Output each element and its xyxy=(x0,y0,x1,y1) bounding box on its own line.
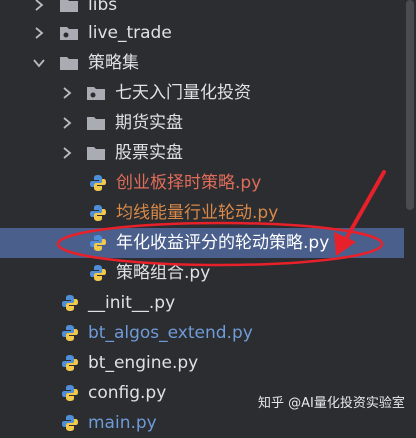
tree-item-label: 策略集 xyxy=(88,53,139,73)
tree-item-label: live_trade xyxy=(88,23,172,43)
tree-item-stocks-live[interactable]: 股票实盘 xyxy=(0,138,404,168)
python-file-icon xyxy=(60,293,80,313)
package-folder-icon xyxy=(86,83,106,103)
python-file-icon xyxy=(60,323,80,343)
tree-item-futures-live[interactable]: 期货实盘 xyxy=(0,108,404,138)
tree-item-label: 七天入门量化投资 xyxy=(115,83,251,103)
folder-icon xyxy=(59,53,79,73)
tree-item-label: 股票实盘 xyxy=(115,143,183,163)
python-file-icon xyxy=(88,203,108,223)
tree-item-label: 期货实盘 xyxy=(115,113,183,133)
folder-icon xyxy=(59,0,79,15)
python-file-icon xyxy=(88,263,108,283)
tree-item-live-trade[interactable]: live_trade xyxy=(0,18,404,48)
python-file-icon xyxy=(88,173,108,193)
vertical-scrollbar[interactable] xyxy=(404,0,416,423)
chevron-right-icon[interactable] xyxy=(60,146,74,160)
chevron-right-icon[interactable] xyxy=(32,26,46,40)
tree-item-file[interactable]: 策略组合.py xyxy=(0,258,404,288)
tree-item-label: 创业板择时策略.py xyxy=(116,173,262,193)
tree-item-file[interactable]: bt_algos_extend.py xyxy=(0,318,404,348)
chevron-right-icon[interactable] xyxy=(32,0,46,12)
tree-item-label: 策略组合.py xyxy=(116,263,211,283)
tree-item-seven-days[interactable]: 七天入门量化投资 xyxy=(0,78,404,108)
package-folder-icon xyxy=(59,23,79,43)
python-file-icon xyxy=(88,233,108,253)
tree-item-label: bt_engine.py xyxy=(88,353,199,373)
scrollbar-thumb[interactable] xyxy=(406,0,414,210)
tree-item-file[interactable]: 创业板择时策略.py xyxy=(0,168,404,198)
watermark: 知乎 @AI量化投资实验室 xyxy=(258,396,405,411)
tree-item-label: config.py xyxy=(88,383,167,403)
chevron-right-icon[interactable] xyxy=(60,86,74,100)
tree-item-file[interactable]: main.py xyxy=(0,408,404,438)
python-file-icon xyxy=(60,353,80,373)
chevron-down-icon[interactable] xyxy=(32,56,46,70)
tree-item-label: 年化收益评分的轮动策略.py xyxy=(116,233,330,253)
tree-item-label: main.py xyxy=(88,413,157,433)
folder-icon xyxy=(86,143,106,163)
tree-item-libs[interactable]: libs xyxy=(0,0,404,20)
tree-item-label: 均线能量行业轮动.py xyxy=(116,203,279,223)
tree-item-label: bt_algos_extend.py xyxy=(88,323,253,343)
folder-icon xyxy=(86,113,106,133)
python-file-icon xyxy=(60,383,80,403)
python-file-icon xyxy=(60,413,80,433)
tree-item-label: __init__.py xyxy=(88,293,176,313)
tree-item-label: libs xyxy=(88,0,118,15)
tree-item-file[interactable]: __init__.py xyxy=(0,288,404,318)
tree-item-file[interactable]: bt_engine.py xyxy=(0,348,404,378)
tree-item-file[interactable]: 均线能量行业轮动.py xyxy=(0,198,404,228)
tree-item-strategy-set[interactable]: 策略集 xyxy=(0,48,404,78)
project-tree: libs live_trade 策略集 七天入门量化投资 期货实盘 股票实盘 创… xyxy=(0,0,404,433)
tree-item-file-selected[interactable]: 年化收益评分的轮动策略.py xyxy=(0,228,404,258)
chevron-right-icon[interactable] xyxy=(60,116,74,130)
